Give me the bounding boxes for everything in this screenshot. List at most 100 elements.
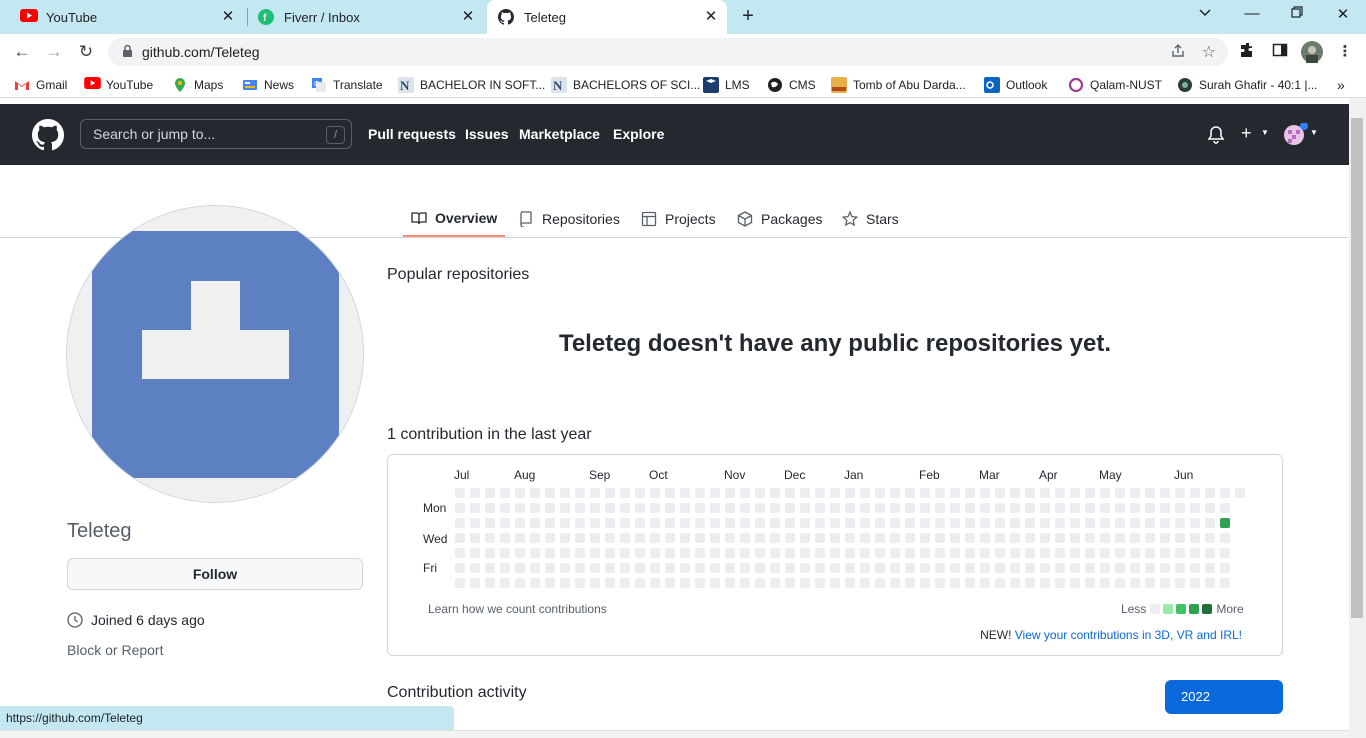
contribution-day-cell[interactable] <box>725 488 735 498</box>
contribution-day-cell[interactable] <box>1220 578 1230 588</box>
contribution-day-cell[interactable] <box>740 548 750 558</box>
tab-packages[interactable]: Packages <box>737 201 822 237</box>
contribution-day-cell[interactable] <box>680 488 690 498</box>
contribution-day-cell[interactable] <box>950 548 960 558</box>
contribution-day-cell[interactable] <box>605 563 615 573</box>
bookmark-qalam[interactable]: Qalam-NUST <box>1068 76 1162 94</box>
contribution-day-cell[interactable] <box>1070 503 1080 513</box>
contribution-day-cell[interactable] <box>1085 503 1095 513</box>
contribution-day-cell[interactable] <box>1115 518 1125 528</box>
nav-explore[interactable]: Explore <box>613 126 664 142</box>
contribution-day-cell[interactable] <box>515 578 525 588</box>
contribution-day-cell[interactable] <box>575 503 585 513</box>
contribution-day-cell[interactable] <box>530 488 540 498</box>
contribution-day-cell[interactable] <box>680 578 690 588</box>
contribution-day-cell[interactable] <box>1175 518 1185 528</box>
close-tab-icon[interactable]: ✕ <box>703 9 719 25</box>
contribution-day-cell[interactable] <box>995 533 1005 543</box>
tab-stars[interactable]: Stars <box>842 201 899 237</box>
contribution-day-cell[interactable] <box>770 563 780 573</box>
contribution-day-cell[interactable] <box>620 488 630 498</box>
contribution-day-cell[interactable] <box>1025 518 1035 528</box>
contribution-day-cell[interactable] <box>1160 488 1170 498</box>
contribution-day-cell[interactable] <box>860 518 870 528</box>
contribution-day-cell[interactable] <box>980 488 990 498</box>
contribution-day-cell[interactable] <box>965 488 975 498</box>
contribution-day-cell[interactable] <box>980 518 990 528</box>
contribution-day-cell[interactable] <box>575 533 585 543</box>
contribution-day-cell[interactable] <box>710 503 720 513</box>
github-search-input[interactable]: Search or jump to... / <box>80 119 352 149</box>
contribution-day-cell[interactable] <box>890 503 900 513</box>
contribution-day-cell[interactable] <box>530 548 540 558</box>
contribution-day-cell[interactable] <box>1130 578 1140 588</box>
close-tab-icon[interactable]: ✕ <box>460 9 476 25</box>
contribution-day-cell[interactable] <box>935 488 945 498</box>
contribution-day-cell[interactable] <box>485 518 495 528</box>
contribution-day-cell[interactable] <box>890 518 900 528</box>
contribution-day-cell[interactable] <box>740 563 750 573</box>
contribution-day-cell[interactable] <box>635 563 645 573</box>
contribution-day-cell[interactable] <box>875 518 885 528</box>
contribution-day-cell[interactable] <box>650 563 660 573</box>
contribution-day-cell[interactable] <box>725 548 735 558</box>
contribution-day-cell[interactable] <box>875 533 885 543</box>
contribution-day-cell[interactable] <box>980 503 990 513</box>
contribution-day-cell[interactable] <box>515 518 525 528</box>
contribution-day-cell[interactable] <box>515 533 525 543</box>
chevron-down-icon[interactable]: ▼ <box>1261 128 1269 137</box>
contribution-day-cell[interactable] <box>1235 488 1245 498</box>
contribution-day-cell[interactable] <box>920 518 930 528</box>
contribution-day-cell[interactable] <box>785 578 795 588</box>
contribution-day-cell[interactable] <box>605 533 615 543</box>
contribution-day-cell[interactable] <box>1025 548 1035 558</box>
contribution-day-cell[interactable] <box>470 578 480 588</box>
contribution-day-cell[interactable] <box>620 563 630 573</box>
contribution-day-cell[interactable] <box>890 563 900 573</box>
contribution-day-cell[interactable] <box>785 518 795 528</box>
contribution-day-cell[interactable] <box>1160 503 1170 513</box>
contribution-day-cell[interactable] <box>1085 578 1095 588</box>
contribution-day-cell[interactable] <box>1025 503 1035 513</box>
contribution-day-cell[interactable] <box>1220 518 1230 528</box>
contribution-day-cell[interactable] <box>545 533 555 543</box>
contribution-day-cell[interactable] <box>665 563 675 573</box>
tab-overview[interactable]: Overview <box>403 201 506 237</box>
contribution-day-cell[interactable] <box>710 563 720 573</box>
contribution-day-cell[interactable] <box>635 548 645 558</box>
contribution-day-cell[interactable] <box>470 518 480 528</box>
contribution-day-cell[interactable] <box>1115 488 1125 498</box>
contribution-day-cell[interactable] <box>950 518 960 528</box>
contribution-day-cell[interactable] <box>965 578 975 588</box>
contribution-day-cell[interactable] <box>455 578 465 588</box>
contribution-day-cell[interactable] <box>1190 488 1200 498</box>
contribution-day-cell[interactable] <box>650 488 660 498</box>
contribution-day-cell[interactable] <box>1025 488 1035 498</box>
contribution-day-cell[interactable] <box>1175 563 1185 573</box>
contribution-day-cell[interactable] <box>860 488 870 498</box>
contribution-day-cell[interactable] <box>470 488 480 498</box>
contribution-day-cell[interactable] <box>800 563 810 573</box>
contribution-day-cell[interactable] <box>830 548 840 558</box>
contribution-day-cell[interactable] <box>1190 503 1200 513</box>
contribution-day-cell[interactable] <box>830 503 840 513</box>
contribution-day-cell[interactable] <box>635 518 645 528</box>
contribution-day-cell[interactable] <box>650 578 660 588</box>
contribution-day-cell[interactable] <box>725 563 735 573</box>
contribution-day-cell[interactable] <box>545 518 555 528</box>
bookmark-star-icon[interactable]: ☆ <box>1202 42 1216 62</box>
contribution-day-cell[interactable] <box>545 548 555 558</box>
contribution-day-cell[interactable] <box>1145 503 1155 513</box>
contribution-day-cell[interactable] <box>1010 563 1020 573</box>
contribution-day-cell[interactable] <box>1145 533 1155 543</box>
chevron-down-icon[interactable]: ▼ <box>1310 128 1318 137</box>
contribution-day-cell[interactable] <box>1175 533 1185 543</box>
contribution-day-cell[interactable] <box>1115 533 1125 543</box>
contribution-day-cell[interactable] <box>1055 548 1065 558</box>
contribution-day-cell[interactable] <box>1205 518 1215 528</box>
contribution-day-cell[interactable] <box>830 488 840 498</box>
contribution-day-cell[interactable] <box>710 488 720 498</box>
contribution-day-cell[interactable] <box>665 578 675 588</box>
bookmark-news[interactable]: News <box>242 76 294 94</box>
contribution-day-cell[interactable] <box>515 503 525 513</box>
